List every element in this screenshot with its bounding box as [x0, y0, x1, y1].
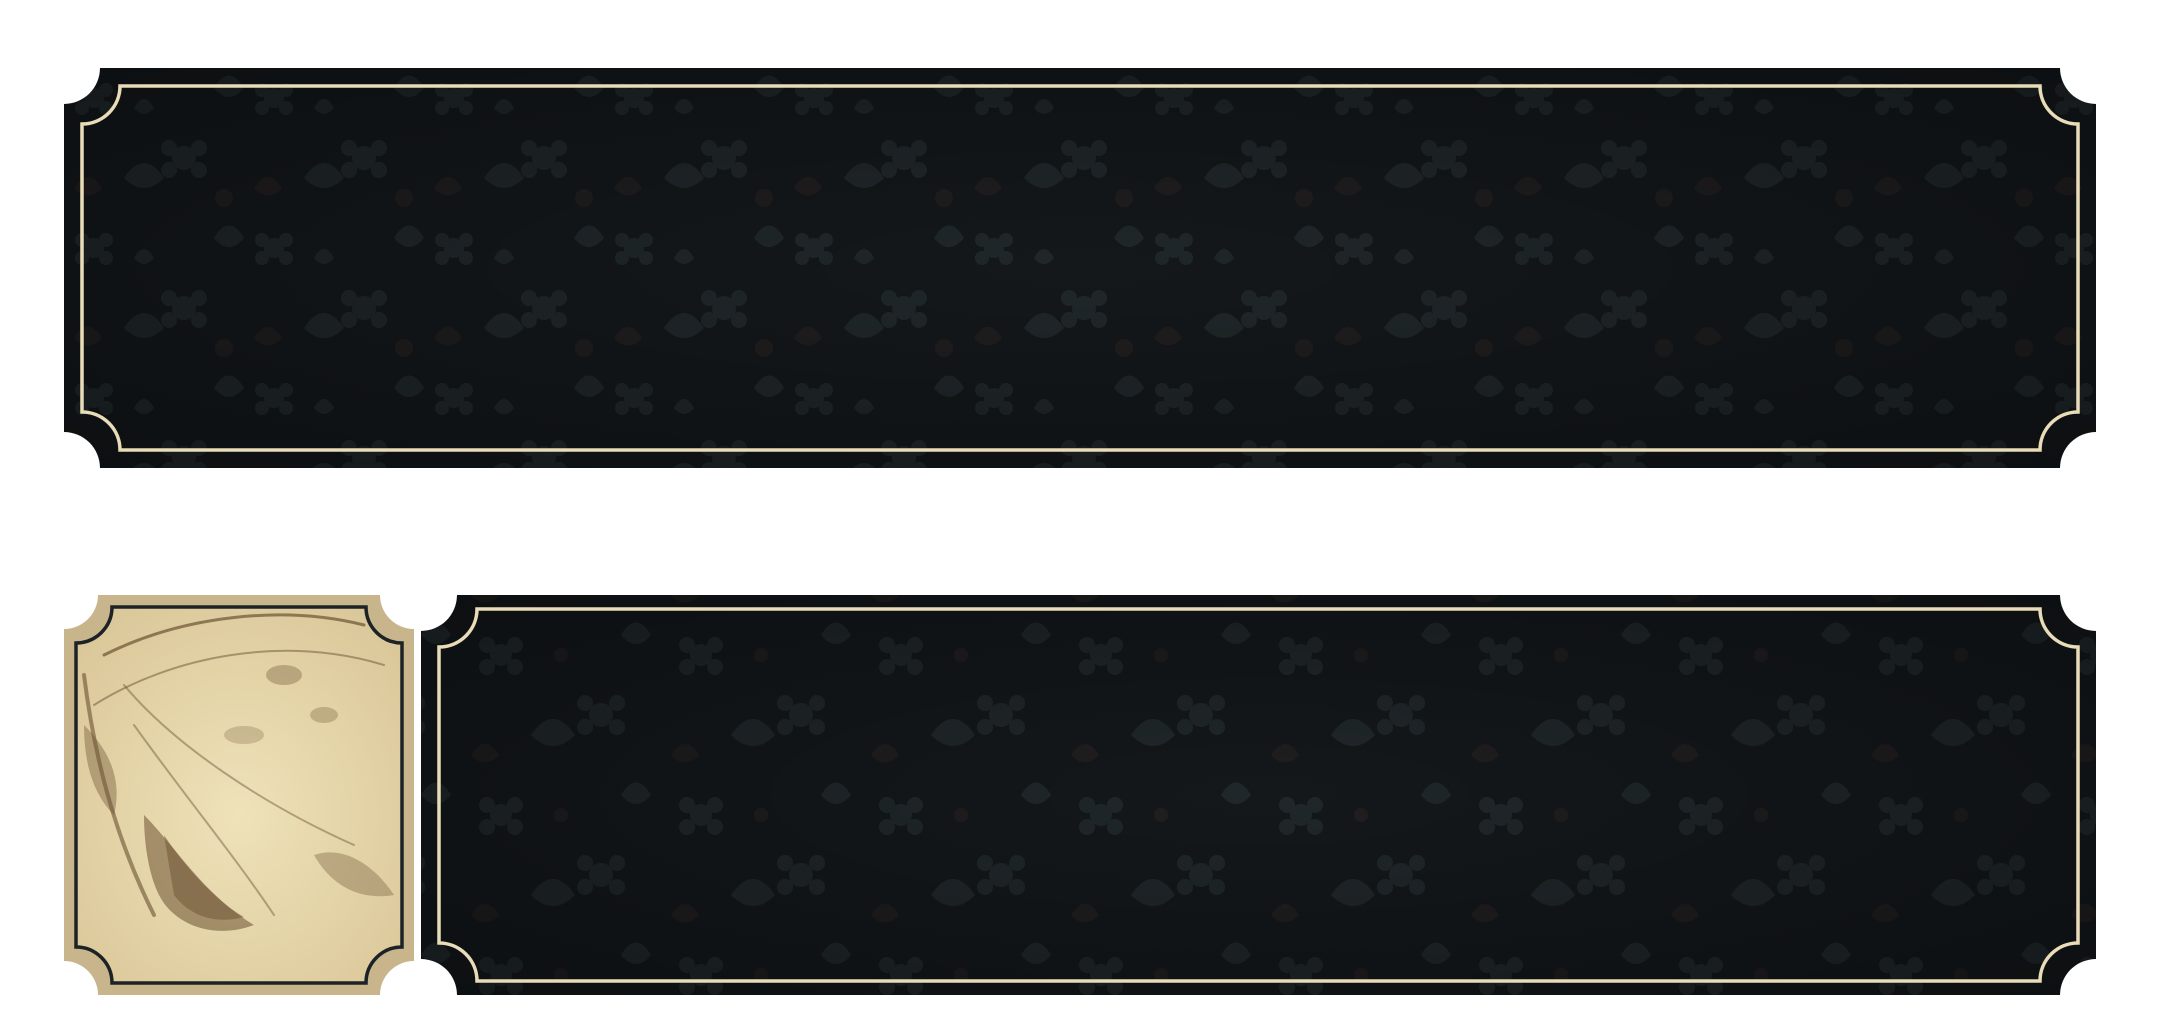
- bottom-dark-banner-panel: [421, 595, 2096, 995]
- top-dark-banner-panel: [64, 68, 2096, 468]
- panel-stage: [0, 0, 2160, 1024]
- moth-wing-icon: [76, 607, 402, 983]
- banner-background: [421, 595, 2096, 995]
- moth-thumbnail-panel: [64, 595, 414, 995]
- banner-background: [64, 68, 2096, 468]
